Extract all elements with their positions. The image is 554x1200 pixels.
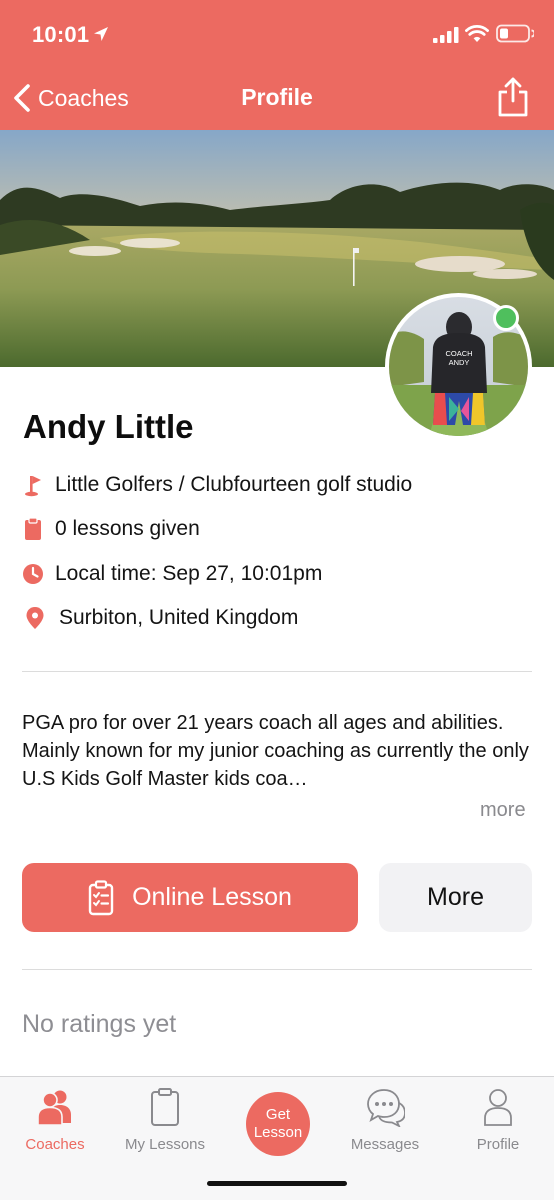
tab-profile[interactable]: Profile — [443, 1077, 553, 1157]
wifi-icon — [465, 25, 489, 42]
golf-flag-icon — [22, 473, 44, 497]
divider — [22, 671, 532, 672]
coaches-icon — [37, 1090, 71, 1126]
tab-messages-label: Messages — [350, 1136, 420, 1153]
get-lesson-label-line1: Get — [265, 1106, 291, 1123]
online-lesson-label: Online Lesson — [132, 883, 292, 911]
chat-bubbles-icon — [367, 1089, 405, 1127]
coach-location: Surbiton, United Kingdom — [59, 606, 299, 629]
cellular-signal-icon — [433, 27, 459, 43]
get-lesson-label-line2: Lesson — [253, 1124, 303, 1141]
online-lesson-button[interactable]: Online Lesson — [22, 863, 358, 932]
ratings-empty-state: No ratings yet — [22, 1010, 177, 1038]
status-time: 10:01 — [32, 22, 90, 47]
lessons-given: 0 lessons given — [55, 517, 200, 540]
get-lesson-button[interactable]: Get Lesson — [246, 1092, 310, 1156]
battery-icon — [496, 24, 534, 43]
coach-bio: PGA pro for over 21 years coach all ages… — [22, 712, 529, 790]
info-club: Little Golfers / Clubfourteen golf studi… — [22, 470, 412, 500]
clipboard-outline-icon — [151, 1088, 179, 1126]
tab-messages[interactable]: Messages — [330, 1077, 440, 1157]
coach-name: Andy Little — [23, 408, 194, 445]
divider — [22, 969, 532, 970]
share-icon[interactable] — [496, 76, 530, 118]
map-pin-icon — [24, 606, 46, 630]
avatar-hoodie-line2: ANDY — [449, 358, 470, 367]
tab-my-lessons-label: My Lessons — [124, 1136, 206, 1153]
clipboard-icon — [22, 517, 44, 541]
avatar-hoodie-line1: COACH — [445, 349, 472, 358]
page-title: Profile — [241, 84, 313, 110]
online-status-indicator — [493, 305, 519, 331]
info-local-time: Local time: Sep 27, 10:01pm — [22, 559, 322, 589]
tab-coaches[interactable]: Coaches — [0, 1077, 110, 1157]
clipboard-checklist-icon — [88, 879, 114, 915]
tab-my-lessons[interactable]: My Lessons — [110, 1077, 220, 1157]
app-header: 10:01 Coaches Profile — [0, 0, 554, 130]
home-indicator — [207, 1181, 347, 1186]
coach-club: Little Golfers / Clubfourteen golf studi… — [55, 473, 413, 496]
bio-more-link[interactable]: more — [480, 799, 526, 822]
info-lessons: 0 lessons given — [22, 514, 200, 544]
more-button[interactable]: More — [379, 863, 532, 932]
person-outline-icon — [484, 1089, 512, 1126]
tab-coaches-label: Coaches — [25, 1136, 85, 1153]
status-bar: 10:01 — [0, 0, 554, 66]
location-arrow-icon — [94, 27, 108, 41]
clock-icon — [22, 562, 44, 586]
info-location: Surbiton, United Kingdom — [22, 603, 298, 633]
tab-profile-label: Profile — [476, 1136, 520, 1153]
local-time: Local time: Sep 27, 10:01pm — [55, 562, 323, 585]
